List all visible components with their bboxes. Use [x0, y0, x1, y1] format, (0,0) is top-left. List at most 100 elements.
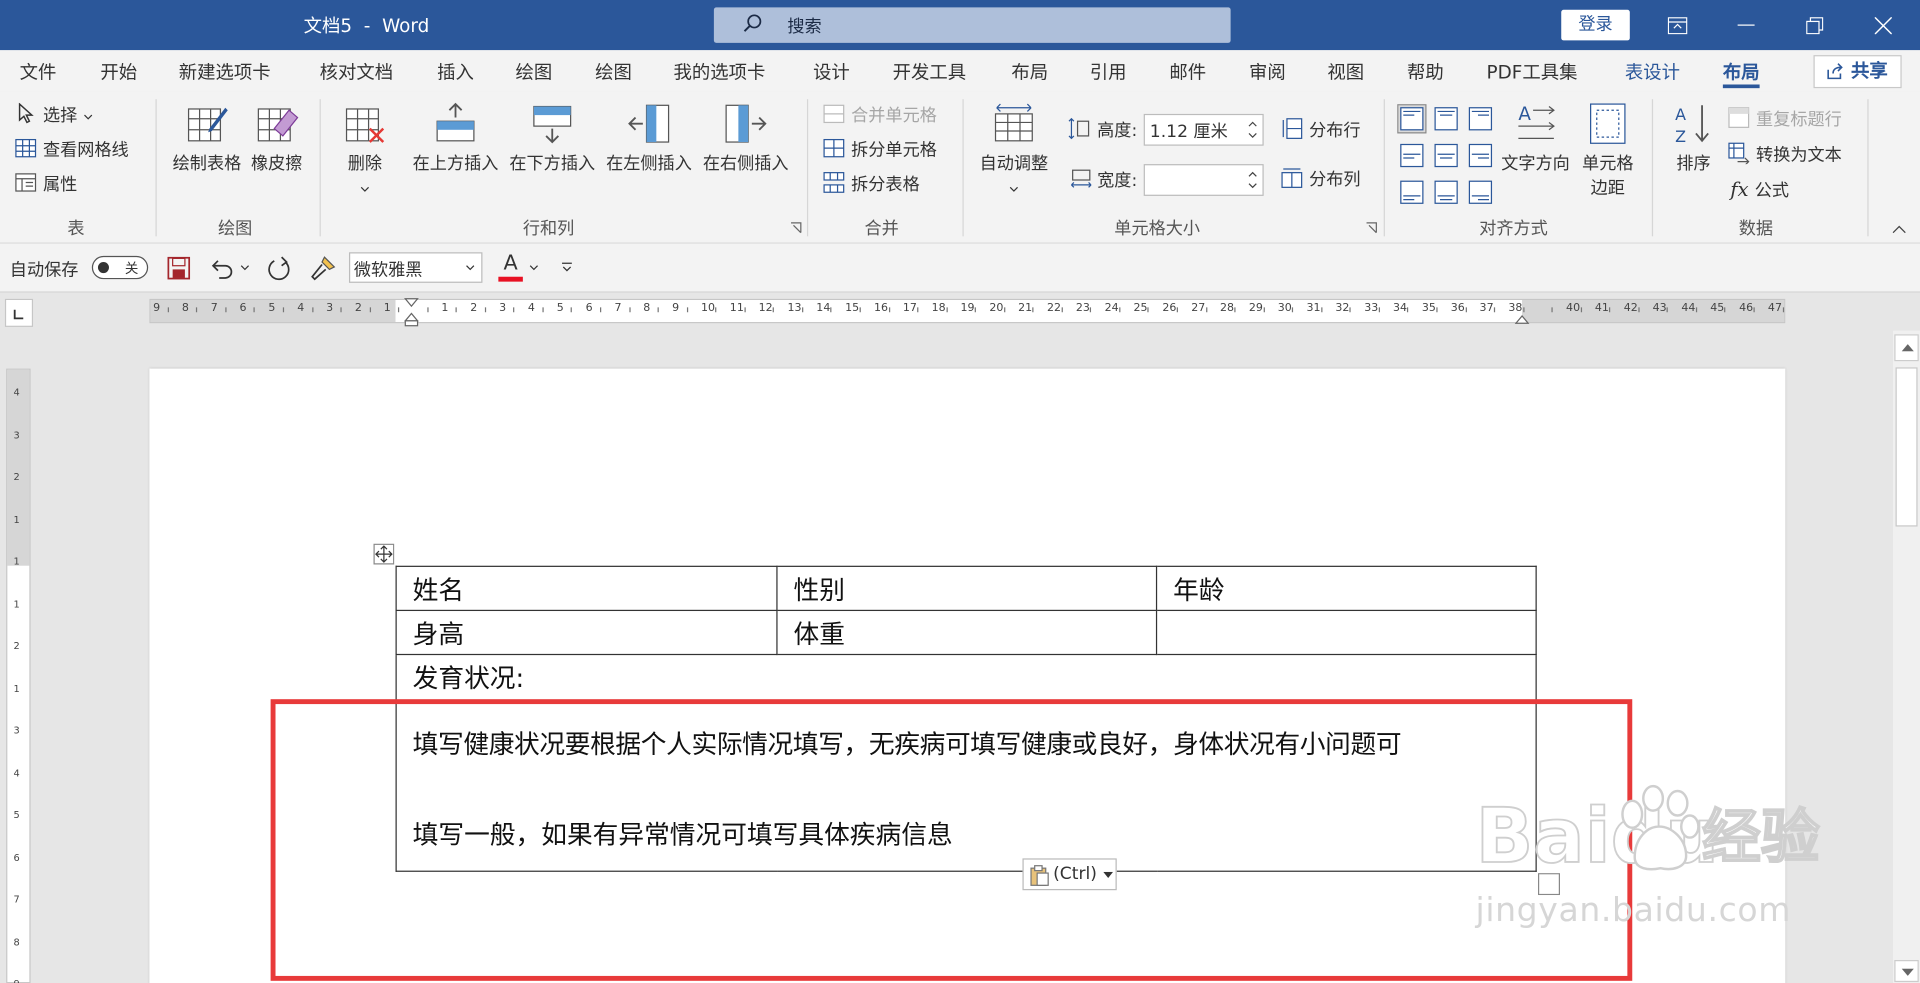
draw-table-button[interactable]: 绘制表格	[170, 102, 243, 175]
convert-to-text-button[interactable]: 转换为文本	[1728, 142, 1842, 166]
repeat-header-rows-button[interactable]: 重复标题行	[1728, 107, 1842, 131]
vertical-scrollbar[interactable]	[1893, 330, 1920, 983]
right-indent-marker[interactable]	[1514, 312, 1530, 324]
align-top-center-icon[interactable]	[1431, 104, 1460, 133]
ribbon-display-icon	[1667, 16, 1688, 34]
customize-qat-icon[interactable]	[561, 261, 573, 273]
tab-draw-2[interactable]: 绘图	[595, 50, 632, 92]
insert-above-button[interactable]: 在上方插入	[409, 102, 502, 175]
ruler-tick-label: 36	[1450, 302, 1465, 315]
tab-table-design[interactable]: 表设计	[1625, 50, 1680, 92]
dialog-launcher-icon[interactable]	[790, 222, 802, 234]
tab-layout[interactable]: 布局	[1011, 50, 1048, 92]
scroll-down-button[interactable]	[1894, 960, 1919, 983]
restore-button[interactable]	[1780, 0, 1849, 50]
delete-button[interactable]: 删除	[338, 102, 392, 199]
tab-review[interactable]: 审阅	[1249, 50, 1286, 92]
tab-pdf-tools[interactable]: PDF工具集	[1487, 50, 1578, 92]
format-painter-icon[interactable]	[310, 255, 337, 282]
ribbon: 选择 查看网格线 属性 表 绘制表格 橡皮擦 绘图 删除 在上方插入 在下方插入…	[0, 91, 1920, 244]
tab-my-tab[interactable]: 我的选项卡	[673, 50, 765, 92]
collapse-ribbon-icon[interactable]	[1892, 224, 1907, 234]
tab-mailings[interactable]: 邮件	[1169, 50, 1206, 92]
align-middle-center-icon[interactable]	[1431, 141, 1460, 170]
split-cells-button[interactable]: 拆分单元格	[823, 137, 937, 161]
ribbon-display-options-button[interactable]	[1643, 0, 1712, 50]
minimize-button[interactable]	[1712, 0, 1781, 50]
search-box[interactable]: 搜索	[713, 7, 1231, 43]
font-name-select[interactable]: 微软雅黑	[348, 252, 483, 283]
sort-button[interactable]: AZ 排序	[1668, 102, 1719, 175]
ruler-tick-mark	[455, 307, 458, 313]
select-button[interactable]: 选择	[15, 102, 94, 127]
table-move-handle-icon[interactable]	[373, 543, 395, 565]
ruler-area: 9 8 7 6 5 4 3 2 1 1 2 3 4 5 6 7 8 9 10 11 12 13 14 15 16 17 18 19 20…	[0, 293, 1920, 331]
table-cell[interactable]	[1155, 609, 1537, 656]
insert-below-button[interactable]: 在下方插入	[506, 102, 599, 175]
tab-selector[interactable]	[4, 298, 34, 327]
column-width-input[interactable]	[1143, 164, 1264, 196]
table-cell[interactable]: 体重	[776, 609, 1158, 656]
formula-button[interactable]: fx 公式	[1730, 178, 1789, 202]
chevron-down-icon[interactable]	[240, 264, 250, 271]
merge-cells-button[interactable]: 合并单元格	[823, 103, 937, 127]
autofit-button[interactable]: 自动调整	[976, 102, 1052, 199]
align-bottom-left-icon[interactable]	[1397, 178, 1426, 207]
tab-home[interactable]: 开始	[100, 50, 137, 92]
close-button[interactable]	[1849, 0, 1918, 50]
text-direction-button[interactable]: A 文字方向	[1498, 102, 1574, 175]
distribute-rows-button[interactable]: 分布行	[1281, 118, 1361, 142]
save-icon[interactable]	[167, 256, 191, 280]
view-gridlines-button[interactable]: 查看网格线	[15, 137, 129, 161]
tab-table-layout[interactable]: 布局	[1722, 50, 1760, 89]
split-table-button[interactable]: 拆分表格	[823, 171, 920, 195]
ruler-tick-mark	[1407, 307, 1409, 313]
ruler-tick-label: 6	[239, 302, 247, 315]
repeat-header-label: 重复标题行	[1756, 110, 1842, 130]
share-button[interactable]: 共享	[1813, 55, 1902, 89]
align-middle-right-icon[interactable]	[1466, 141, 1495, 170]
eraser-button[interactable]: 橡皮擦	[249, 102, 305, 175]
spinner-icon[interactable]	[1248, 169, 1258, 191]
insert-right-button[interactable]: 在右侧插入	[699, 102, 792, 175]
tab-new-tab[interactable]: 新建选项卡	[179, 50, 271, 92]
spinner-icon[interactable]	[1248, 119, 1258, 141]
tab-file[interactable]: 文件	[20, 50, 57, 92]
scroll-up-button[interactable]	[1894, 334, 1919, 362]
dialog-launcher-icon[interactable]	[1365, 222, 1377, 234]
align-middle-left-icon[interactable]	[1397, 141, 1426, 170]
tab-view[interactable]: 视图	[1327, 50, 1364, 92]
tab-references[interactable]: 引用	[1090, 50, 1127, 92]
table-cell[interactable]: 年龄	[1155, 565, 1537, 612]
properties-button[interactable]: 属性	[15, 171, 77, 195]
horizontal-ruler[interactable]: 9 8 7 6 5 4 3 2 1 1 2 3 4 5 6 7 8 9 10 11 12 13 14 15 16 17 18 19 20…	[149, 298, 1786, 327]
first-line-indent-marker[interactable]	[404, 298, 419, 327]
table-cell[interactable]: 性别	[776, 565, 1158, 612]
tab-developer[interactable]: 开发工具	[893, 50, 966, 92]
cell-margins-button[interactable]: 单元格 边距	[1577, 102, 1638, 200]
tab-proofread[interactable]: 核对文档	[320, 50, 393, 92]
tab-draw-1[interactable]: 绘图	[516, 50, 553, 92]
undo-icon[interactable]	[209, 256, 233, 280]
tab-insert[interactable]: 插入	[437, 50, 474, 92]
group-separator	[155, 99, 157, 237]
login-button[interactable]: 登录	[1561, 9, 1630, 41]
align-bottom-center-icon[interactable]	[1431, 178, 1460, 207]
chevron-down-icon[interactable]	[529, 264, 539, 271]
ruler-tick-label: 22	[1047, 302, 1062, 315]
font-color-button[interactable]: A	[497, 251, 524, 283]
tab-help[interactable]: 帮助	[1407, 50, 1444, 92]
table-cell[interactable]: 姓名	[395, 565, 778, 612]
align-top-left-icon[interactable]	[1397, 104, 1427, 134]
autosave-toggle[interactable]: 关	[91, 255, 149, 280]
scroll-thumb[interactable]	[1895, 367, 1918, 527]
align-bottom-right-icon[interactable]	[1466, 178, 1495, 207]
row-height-input[interactable]: 1.12 厘米	[1143, 113, 1264, 146]
insert-left-button[interactable]: 在左侧插入	[602, 102, 695, 175]
vertical-ruler[interactable]: 4 3 2 1 1 1 2 1 3 4 5 6 7 8 9	[6, 368, 31, 983]
distribute-columns-button[interactable]: 分布列	[1281, 167, 1361, 191]
table-cell[interactable]: 身高	[395, 609, 778, 656]
tab-design[interactable]: 设计	[813, 50, 850, 92]
redo-icon[interactable]	[266, 256, 293, 283]
align-top-right-icon[interactable]	[1466, 104, 1495, 133]
